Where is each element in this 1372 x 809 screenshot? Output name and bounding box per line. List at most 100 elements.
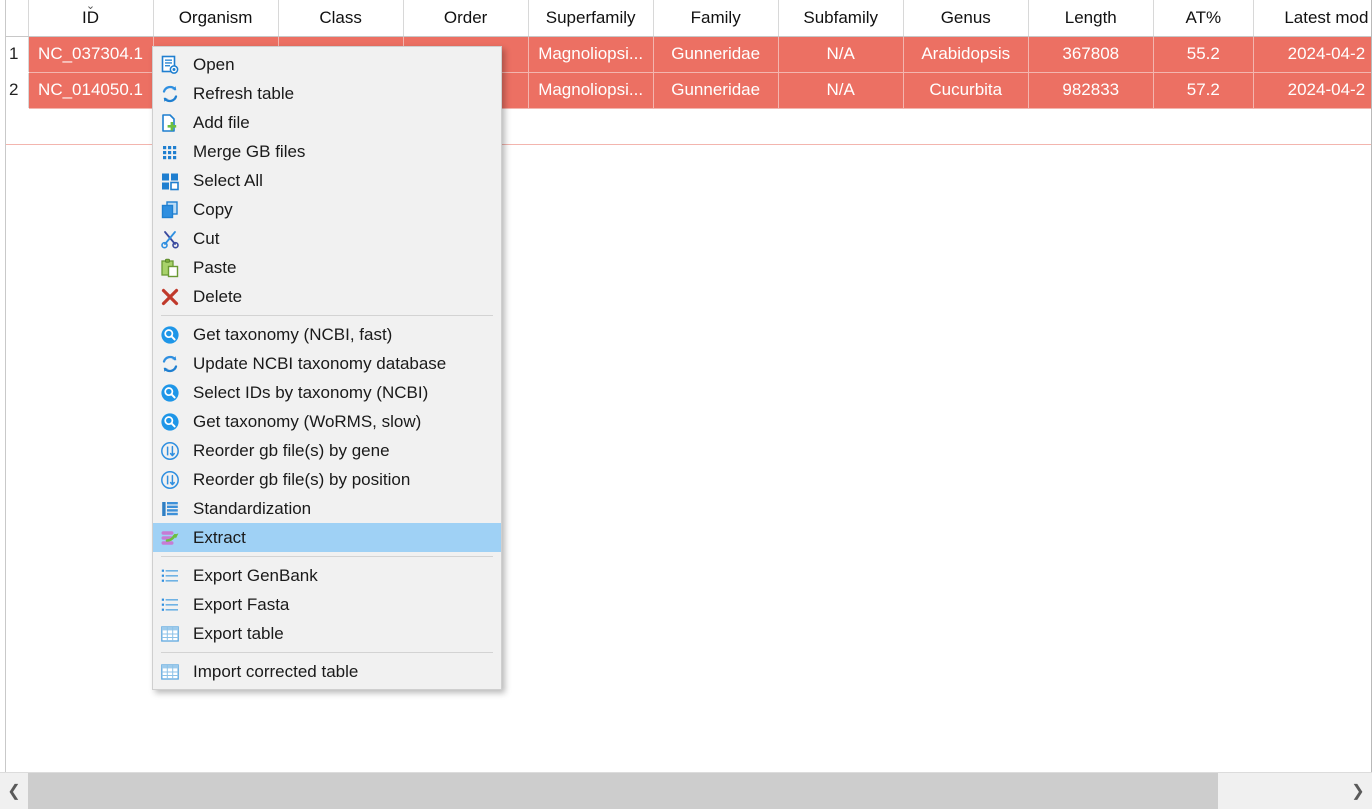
menu-item-label: Merge GB files <box>193 142 306 161</box>
table-grid-icon <box>157 623 183 645</box>
scrollbar-thumb[interactable] <box>28 772 1218 809</box>
menu-item-open[interactable]: Open <box>153 50 501 79</box>
cell-length[interactable]: 982833 <box>1028 72 1154 109</box>
column-header-class[interactable]: Class <box>278 0 404 37</box>
menu-item-add-file[interactable]: Add file <box>153 108 501 137</box>
list-lines-icon <box>157 565 183 587</box>
menu-item-update-ncbi-taxonomy-database[interactable]: Update NCBI taxonomy database <box>153 349 501 378</box>
reorder-circle-icon <box>157 469 183 491</box>
cell-at[interactable]: 57.2 <box>1153 72 1254 109</box>
cell-subfamily[interactable]: N/A <box>778 72 904 109</box>
menu-item-label: Get taxonomy (NCBI, fast) <box>193 325 393 344</box>
menu-item-export-genbank[interactable]: Export GenBank <box>153 561 501 590</box>
refresh-icon <box>157 353 183 375</box>
cell-family[interactable]: Gunneridae <box>653 36 779 73</box>
menu-item-label: Add file <box>193 113 250 132</box>
menu-item-label: Paste <box>193 258 237 277</box>
magnifier-icon <box>157 382 183 404</box>
column-header-superfamily[interactable]: Superfamily <box>528 0 654 37</box>
row-gutter-strip <box>0 0 6 772</box>
table-header-row[interactable]: ⌄ ID Organism Class Order Superfamily Family Su… <box>0 0 1372 37</box>
menu-item-merge-gb-files[interactable]: Merge GB files <box>153 137 501 166</box>
column-header-latest_mod[interactable]: Latest mod <box>1253 0 1372 37</box>
menu-item-label: Reorder gb file(s) by position <box>193 470 411 489</box>
extract-icon <box>157 527 183 549</box>
menu-item-export-table[interactable]: Export table <box>153 619 501 648</box>
menu-item-export-fasta[interactable]: Export Fasta <box>153 590 501 619</box>
menu-item-refresh-table[interactable]: Refresh table <box>153 79 501 108</box>
menu-item-reorder-gb-file-s-by-gene[interactable]: Reorder gb file(s) by gene <box>153 436 501 465</box>
merge-grid-icon <box>157 141 183 163</box>
horizontal-scrollbar[interactable]: ❮ ❯ <box>0 772 1372 809</box>
table-grid-icon <box>157 661 183 683</box>
menu-item-label: Refresh table <box>193 84 295 103</box>
cell-superfamily[interactable]: Magnoliopsi... <box>528 72 654 109</box>
table-header: ⌄ ID Organism Class Order Superfamily Family Su… <box>0 0 1372 37</box>
menu-item-label: Export Fasta <box>193 595 290 614</box>
menu-item-import-corrected-table[interactable]: Import corrected table <box>153 657 501 686</box>
cell-length[interactable]: 367808 <box>1028 36 1154 73</box>
list-lines-icon <box>157 594 183 616</box>
select-all-icon <box>157 170 183 192</box>
menu-item-select-ids-by-taxonomy-ncbi[interactable]: Select IDs by taxonomy (NCBI) <box>153 378 501 407</box>
cell-latest_mod[interactable]: 2024-04-2 <box>1253 36 1372 73</box>
menu-item-label: Copy <box>193 200 233 219</box>
application-window: ⌄ ID Organism Class Order Superfamily Family Su… <box>0 0 1372 809</box>
cell-genus[interactable]: Arabidopsis <box>903 36 1029 73</box>
delete-x-icon <box>157 286 183 308</box>
paste-clipboard-icon <box>157 257 183 279</box>
column-header-label: Length <box>1064 7 1117 27</box>
column-header-length[interactable]: Length <box>1028 0 1154 37</box>
column-header-organism[interactable]: Organism <box>153 0 279 37</box>
menu-item-extract[interactable]: Extract <box>153 523 501 552</box>
cell-superfamily[interactable]: Magnoliopsi... <box>528 36 654 73</box>
column-header-label: Organism <box>178 7 253 27</box>
column-header-label: Subfamily <box>803 7 879 27</box>
context-menu[interactable]: Open Refresh table Add file Merge GB file… <box>152 46 502 690</box>
scroll-left-arrow-icon[interactable]: ❮ <box>0 772 28 809</box>
menu-item-cut[interactable]: Cut <box>153 224 501 253</box>
menu-item-label: Export GenBank <box>193 566 318 585</box>
menu-item-label: Select IDs by taxonomy (NCBI) <box>193 383 429 402</box>
column-header-at[interactable]: AT% <box>1153 0 1254 37</box>
column-header-order[interactable]: Order <box>403 0 529 37</box>
scroll-right-arrow-icon[interactable]: ❯ <box>1344 772 1372 809</box>
menu-item-label: Update NCBI taxonomy database <box>193 354 447 373</box>
cell-id[interactable]: NC_014050.1 <box>28 72 154 109</box>
column-header-label: AT% <box>1185 7 1222 27</box>
menu-item-select-all[interactable]: Select All <box>153 166 501 195</box>
cell-subfamily[interactable]: N/A <box>778 36 904 73</box>
menu-item-standardization[interactable]: Standardization <box>153 494 501 523</box>
column-header-family[interactable]: Family <box>653 0 779 37</box>
cell-genus[interactable]: Cucurbita <box>903 72 1029 109</box>
menu-separator <box>161 556 493 557</box>
menu-item-label: Import corrected table <box>193 662 359 681</box>
magnifier-icon <box>157 324 183 346</box>
menu-separator <box>161 652 493 653</box>
column-header-subfamily[interactable]: Subfamily <box>778 0 904 37</box>
copy-icon <box>157 199 183 221</box>
menu-separator <box>161 315 493 316</box>
menu-item-paste[interactable]: Paste <box>153 253 501 282</box>
menu-item-copy[interactable]: Copy <box>153 195 501 224</box>
menu-item-label: Delete <box>193 287 243 306</box>
document-open-icon <box>157 54 183 76</box>
column-header-label: Family <box>690 7 741 27</box>
menu-item-get-taxonomy-ncbi-fast[interactable]: Get taxonomy (NCBI, fast) <box>153 320 501 349</box>
cell-family[interactable]: Gunneridae <box>653 72 779 109</box>
menu-item-get-taxonomy-worms-slow[interactable]: Get taxonomy (WoRMS, slow) <box>153 407 501 436</box>
cell-latest_mod[interactable]: 2024-04-2 <box>1253 72 1372 109</box>
menu-item-delete[interactable]: Delete <box>153 282 501 311</box>
add-file-icon <box>157 112 183 134</box>
column-header-label: Class <box>319 7 362 27</box>
menu-item-label: Reorder gb file(s) by gene <box>193 441 390 460</box>
menu-item-reorder-gb-file-s-by-position[interactable]: Reorder gb file(s) by position <box>153 465 501 494</box>
cell-id[interactable]: NC_037304.1 <box>28 36 154 73</box>
column-header-label: Genus <box>940 7 991 27</box>
column-header-genus[interactable]: Genus <box>903 0 1029 37</box>
menu-item-label: Export table <box>193 624 284 643</box>
scrollbar-track[interactable] <box>28 772 1344 809</box>
cell-at[interactable]: 55.2 <box>1153 36 1254 73</box>
refresh-icon <box>157 83 183 105</box>
column-header-id[interactable]: ⌄ ID <box>28 0 154 37</box>
